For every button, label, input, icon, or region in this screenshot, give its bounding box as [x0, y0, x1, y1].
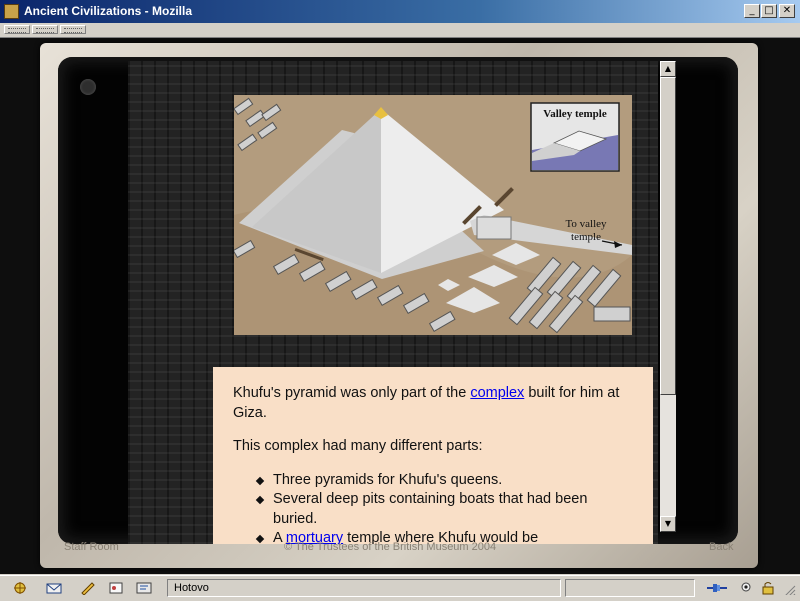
text-panel: Khufu's pyramid was only part of the com… — [213, 367, 653, 544]
progress-area — [565, 579, 695, 597]
photo-frame: Valley temple To valley temple Khufu's p… — [40, 43, 758, 568]
content-scrollbar[interactable]: ▲ ▼ — [660, 61, 676, 532]
resize-grip-icon[interactable] — [780, 581, 796, 595]
frame-viewport: Valley temple To valley temple Khufu's p… — [58, 57, 738, 544]
staff-room-link[interactable]: Staff Room — [64, 541, 119, 553]
mozilla-app-icon[interactable] — [4, 4, 19, 19]
scroll-down-button[interactable]: ▼ — [660, 516, 676, 532]
window-title-bar[interactable]: Ancient Civilizations - Mozilla _ □ ✕ — [0, 0, 800, 23]
page-content: Valley temple To valley temple Khufu's p… — [0, 38, 800, 574]
toolbar-grip-personal[interactable] — [32, 25, 58, 34]
minimize-button[interactable]: _ — [744, 4, 760, 18]
window-title: Ancient Civilizations - Mozilla — [24, 4, 193, 18]
paragraph-complex: Khufu's pyramid was only part of the com… — [233, 385, 620, 421]
list-item: Three pyramids for Khufu's queens. — [257, 471, 633, 491]
complex-link[interactable]: complex — [470, 385, 524, 401]
to-valley-temple-label-1: To valley — [565, 218, 607, 230]
navigator-icon[interactable] — [12, 581, 28, 595]
privacy-icon[interactable] — [738, 581, 754, 595]
valley-temple-label: Valley temple — [543, 108, 607, 120]
security-lock-icon[interactable] — [760, 581, 776, 595]
address-book-icon[interactable] — [108, 581, 124, 595]
status-bar: Hotovo — [0, 575, 800, 601]
chatzilla-icon[interactable] — [136, 581, 152, 595]
collapsed-toolbars — [0, 23, 800, 38]
toolbar-grip-tabs[interactable] — [60, 25, 86, 34]
to-valley-temple-label-2: temple — [571, 231, 601, 243]
composer-icon[interactable] — [80, 581, 96, 595]
scroll-thumb[interactable] — [660, 77, 676, 395]
maximize-button[interactable]: □ — [761, 4, 777, 18]
list-item: Several deep pits containing boats that … — [257, 490, 633, 529]
toolbar-grip-navigation[interactable] — [4, 25, 30, 34]
parts-list: Three pyramids for Khufu's queens. Sever… — [233, 471, 633, 545]
pyramid-complex-illustration: Valley temple To valley temple — [234, 95, 632, 335]
paragraph-parts: This complex had many different parts: — [233, 438, 483, 454]
back-link[interactable]: Back — [709, 541, 733, 553]
scroll-up-button[interactable]: ▲ — [660, 61, 676, 77]
close-button[interactable]: ✕ — [779, 4, 795, 18]
status-text: Hotovo — [167, 579, 561, 597]
frame-hole — [80, 79, 96, 95]
pyramid-complex-drawing: Valley temple To valley temple — [234, 95, 632, 335]
mail-icon[interactable] — [46, 581, 62, 595]
copyright-text: © The Trustees of the British Museum 200… — [284, 541, 497, 553]
online-connection-icon[interactable] — [706, 581, 728, 595]
